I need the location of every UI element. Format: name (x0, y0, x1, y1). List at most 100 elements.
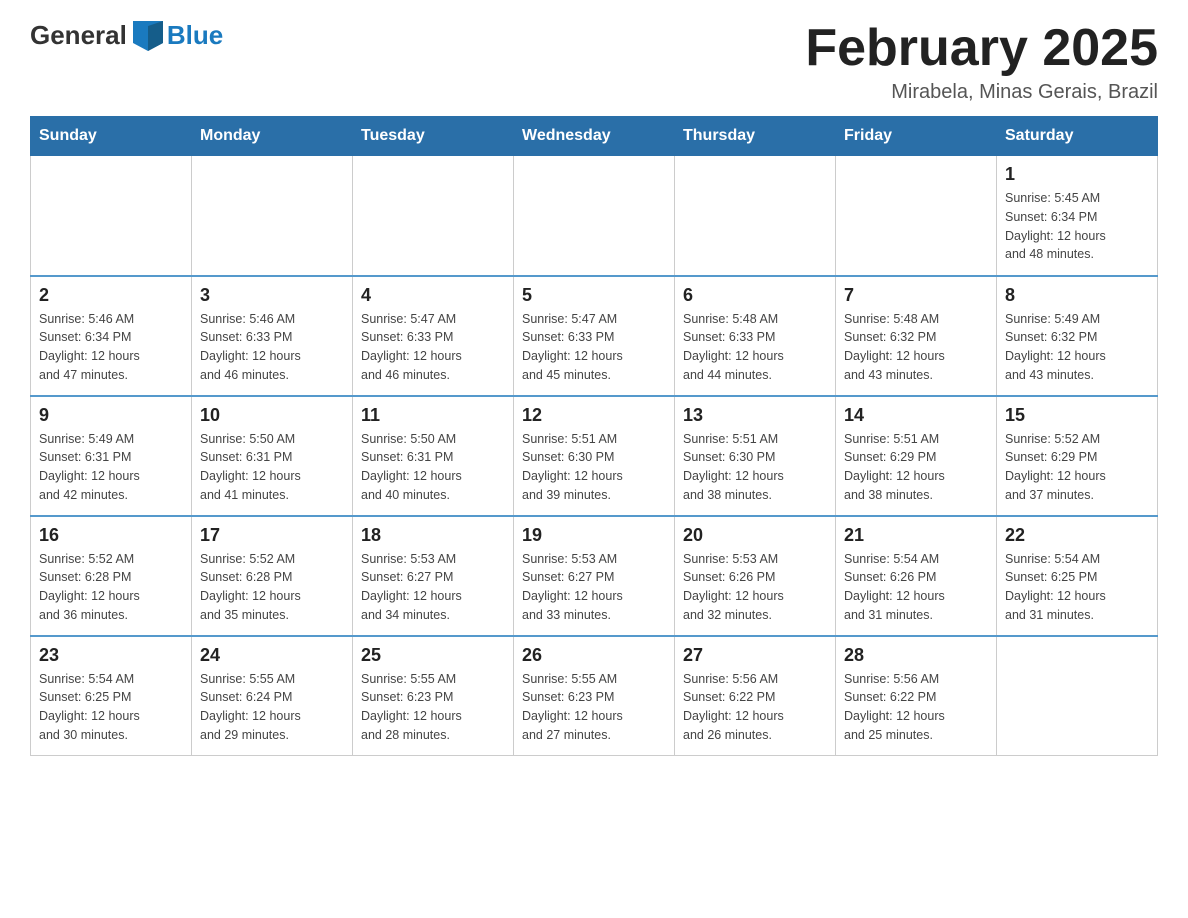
calendar-cell: 19 Sunrise: 5:53 AMSunset: 6:27 PMDayligh… (514, 516, 675, 636)
day-number: 1 (1005, 164, 1149, 185)
day-info: Sunrise: 5:54 AMSunset: 6:26 PMDaylight:… (844, 550, 988, 625)
day-info: Sunrise: 5:49 AMSunset: 6:32 PMDaylight:… (1005, 310, 1149, 385)
calendar-cell: 8 Sunrise: 5:49 AMSunset: 6:32 PMDaylight… (997, 276, 1158, 396)
calendar-cell: 4 Sunrise: 5:47 AMSunset: 6:33 PMDaylight… (353, 276, 514, 396)
calendar-cell: 3 Sunrise: 5:46 AMSunset: 6:33 PMDaylight… (192, 276, 353, 396)
day-number: 21 (844, 525, 988, 546)
day-info: Sunrise: 5:47 AMSunset: 6:33 PMDaylight:… (522, 310, 666, 385)
day-info: Sunrise: 5:48 AMSunset: 6:32 PMDaylight:… (844, 310, 988, 385)
day-number: 12 (522, 405, 666, 426)
calendar-week-row: 16 Sunrise: 5:52 AMSunset: 6:28 PMDayligh… (31, 516, 1158, 636)
calendar-cell: 5 Sunrise: 5:47 AMSunset: 6:33 PMDaylight… (514, 276, 675, 396)
day-number: 11 (361, 405, 505, 426)
day-number: 13 (683, 405, 827, 426)
day-info: Sunrise: 5:52 AMSunset: 6:28 PMDaylight:… (200, 550, 344, 625)
calendar-cell: 16 Sunrise: 5:52 AMSunset: 6:28 PMDayligh… (31, 516, 192, 636)
column-header-monday: Monday (192, 117, 353, 156)
day-number: 2 (39, 285, 183, 306)
calendar-table: SundayMondayTuesdayWednesdayThursdayFrid… (30, 116, 1158, 756)
day-number: 16 (39, 525, 183, 546)
day-number: 14 (844, 405, 988, 426)
day-info: Sunrise: 5:55 AMSunset: 6:23 PMDaylight:… (361, 670, 505, 745)
calendar-cell (836, 156, 997, 276)
calendar-cell: 7 Sunrise: 5:48 AMSunset: 6:32 PMDaylight… (836, 276, 997, 396)
day-info: Sunrise: 5:51 AMSunset: 6:30 PMDaylight:… (522, 430, 666, 505)
column-header-wednesday: Wednesday (514, 117, 675, 156)
calendar-cell: 2Sunrise: 5:46 AMSunset: 6:34 PMDaylight… (31, 276, 192, 396)
day-info: Sunrise: 5:45 AMSunset: 6:34 PMDaylight:… (1005, 189, 1149, 264)
calendar-cell (353, 156, 514, 276)
logo-blue-text: Blue (167, 20, 223, 51)
calendar-cell (514, 156, 675, 276)
day-number: 10 (200, 405, 344, 426)
day-info: Sunrise: 5:56 AMSunset: 6:22 PMDaylight:… (844, 670, 988, 745)
day-number: 27 (683, 645, 827, 666)
day-info: Sunrise: 5:52 AMSunset: 6:29 PMDaylight:… (1005, 430, 1149, 505)
calendar-cell: 25 Sunrise: 5:55 AMSunset: 6:23 PMDayligh… (353, 636, 514, 756)
day-info: Sunrise: 5:54 AMSunset: 6:25 PMDaylight:… (1005, 550, 1149, 625)
calendar-cell: 15 Sunrise: 5:52 AMSunset: 6:29 PMDayligh… (997, 396, 1158, 516)
calendar-cell (997, 636, 1158, 756)
day-number: 19 (522, 525, 666, 546)
day-info: Sunrise: 5:47 AMSunset: 6:33 PMDaylight:… (361, 310, 505, 385)
calendar-subtitle: Mirabela, Minas Gerais, Brazil (805, 81, 1158, 104)
calendar-cell: 12 Sunrise: 5:51 AMSunset: 6:30 PMDayligh… (514, 396, 675, 516)
day-info: Sunrise: 5:53 AMSunset: 6:27 PMDaylight:… (361, 550, 505, 625)
day-number: 15 (1005, 405, 1149, 426)
day-number: 20 (683, 525, 827, 546)
calendar-cell (31, 156, 192, 276)
day-info: Sunrise: 5:53 AMSunset: 6:27 PMDaylight:… (522, 550, 666, 625)
calendar-week-row: 9 Sunrise: 5:49 AMSunset: 6:31 PMDaylight… (31, 396, 1158, 516)
column-header-friday: Friday (836, 117, 997, 156)
day-info: Sunrise: 5:51 AMSunset: 6:29 PMDaylight:… (844, 430, 988, 505)
day-number: 23 (39, 645, 183, 666)
calendar-cell (675, 156, 836, 276)
day-number: 24 (200, 645, 344, 666)
calendar-cell: 11 Sunrise: 5:50 AMSunset: 6:31 PMDayligh… (353, 396, 514, 516)
day-info: Sunrise: 5:49 AMSunset: 6:31 PMDaylight:… (39, 430, 183, 505)
calendar-cell: 10Sunrise: 5:50 AMSunset: 6:31 PMDayligh… (192, 396, 353, 516)
column-header-sunday: Sunday (31, 117, 192, 156)
day-number: 22 (1005, 525, 1149, 546)
day-info: Sunrise: 5:54 AMSunset: 6:25 PMDaylight:… (39, 670, 183, 745)
title-block: February 2025 Mirabela, Minas Gerais, Br… (805, 20, 1158, 104)
day-number: 8 (1005, 285, 1149, 306)
day-info: Sunrise: 5:50 AMSunset: 6:31 PMDaylight:… (361, 430, 505, 505)
day-number: 25 (361, 645, 505, 666)
calendar-week-row: 23 Sunrise: 5:54 AMSunset: 6:25 PMDayligh… (31, 636, 1158, 756)
calendar-cell: 28 Sunrise: 5:56 AMSunset: 6:22 PMDayligh… (836, 636, 997, 756)
column-header-saturday: Saturday (997, 117, 1158, 156)
day-info: Sunrise: 5:52 AMSunset: 6:28 PMDaylight:… (39, 550, 183, 625)
logo-icon (133, 21, 163, 51)
column-header-tuesday: Tuesday (353, 117, 514, 156)
day-number: 5 (522, 285, 666, 306)
calendar-cell: 26Sunrise: 5:55 AMSunset: 6:23 PMDayligh… (514, 636, 675, 756)
calendar-week-row: 2Sunrise: 5:46 AMSunset: 6:34 PMDaylight… (31, 276, 1158, 396)
column-header-thursday: Thursday (675, 117, 836, 156)
day-number: 6 (683, 285, 827, 306)
calendar-cell: 24 Sunrise: 5:55 AMSunset: 6:24 PMDayligh… (192, 636, 353, 756)
calendar-week-row: 1 Sunrise: 5:45 AMSunset: 6:34 PMDaylight… (31, 156, 1158, 276)
day-number: 3 (200, 285, 344, 306)
logo-general-text: General (30, 20, 127, 51)
day-number: 4 (361, 285, 505, 306)
day-number: 7 (844, 285, 988, 306)
calendar-cell: 9 Sunrise: 5:49 AMSunset: 6:31 PMDaylight… (31, 396, 192, 516)
day-info: Sunrise: 5:46 AMSunset: 6:33 PMDaylight:… (200, 310, 344, 385)
calendar-title: February 2025 (805, 20, 1158, 77)
page-header: General Blue February 2025 Mirabela, Min… (30, 20, 1158, 104)
calendar-header-row: SundayMondayTuesdayWednesdayThursdayFrid… (31, 117, 1158, 156)
day-number: 9 (39, 405, 183, 426)
day-info: Sunrise: 5:55 AMSunset: 6:24 PMDaylight:… (200, 670, 344, 745)
calendar-cell (192, 156, 353, 276)
day-number: 28 (844, 645, 988, 666)
calendar-cell: 23 Sunrise: 5:54 AMSunset: 6:25 PMDayligh… (31, 636, 192, 756)
calendar-cell: 18 Sunrise: 5:53 AMSunset: 6:27 PMDayligh… (353, 516, 514, 636)
calendar-cell: 21 Sunrise: 5:54 AMSunset: 6:26 PMDayligh… (836, 516, 997, 636)
calendar-cell: 13Sunrise: 5:51 AMSunset: 6:30 PMDayligh… (675, 396, 836, 516)
calendar-cell: 27Sunrise: 5:56 AMSunset: 6:22 PMDayligh… (675, 636, 836, 756)
calendar-cell: 14 Sunrise: 5:51 AMSunset: 6:29 PMDayligh… (836, 396, 997, 516)
logo: General Blue (30, 20, 223, 51)
day-number: 17 (200, 525, 344, 546)
day-number: 18 (361, 525, 505, 546)
